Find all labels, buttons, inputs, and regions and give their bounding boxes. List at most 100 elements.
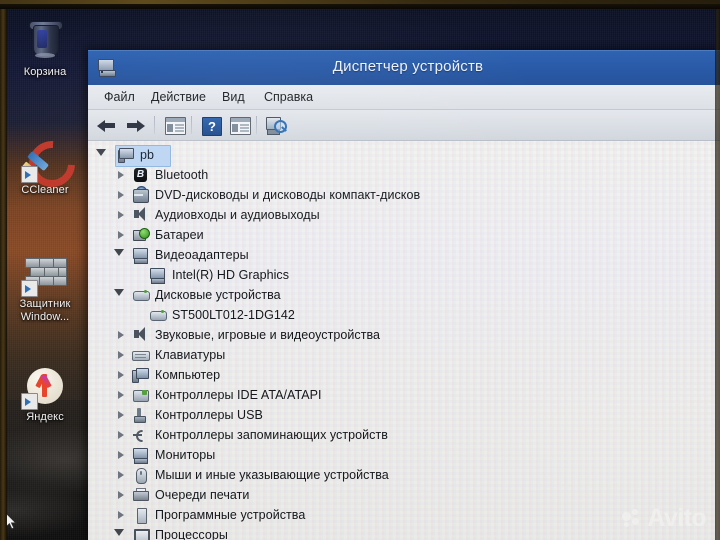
help-button[interactable]: ? — [199, 114, 223, 136]
tree-node-sound-video-game-controllers[interactable]: Звуковые, игровые и видеоустройства — [88, 325, 720, 345]
yandex-icon — [21, 365, 68, 410]
tree-node-label: Программные устройства — [155, 508, 306, 522]
tree-node-intel-hd-graphics[interactable]: Intel(R) HD Graphics — [88, 265, 720, 285]
ide-controller-icon — [132, 387, 149, 403]
display-adapter-icon — [132, 247, 149, 264]
tree-node-label: Мыши и иные указывающие устройства — [155, 468, 389, 482]
defender-label-line1: Защитник — [19, 298, 71, 310]
tree-node-batteries[interactable]: Батареи — [88, 225, 720, 245]
show-hide-console-tree-button[interactable] — [162, 114, 186, 136]
properties-button[interactable] — [227, 114, 251, 136]
desktop-icon-recycle-bin[interactable]: Корзина — [2, 20, 88, 79]
tree-node-label: Батареи — [155, 228, 204, 242]
menu-item-view[interactable]: Вид — [218, 89, 249, 105]
tree-node-label: Аудиовходы и аудиовыходы — [155, 208, 320, 222]
speaker-icon — [132, 207, 149, 223]
tree-node-usb-controllers[interactable]: Контроллеры USB — [88, 405, 720, 425]
tree-node-label: Контроллеры запоминающих устройств — [155, 428, 388, 442]
tree-node-ide-ata-atapi-controllers[interactable]: Контроллеры IDE ATA/ATAPI — [88, 385, 720, 405]
tree-node-st500lt012[interactable]: ST500LT012-1DG142 — [88, 305, 720, 325]
bluetooth-icon — [132, 167, 149, 183]
keyboard-icon — [132, 347, 150, 363]
software-device-icon — [132, 507, 149, 524]
monitor-icon — [132, 447, 149, 464]
shortcut-overlay-icon — [21, 166, 38, 183]
window-titlebar[interactable]: Диспетчер устройств — [88, 50, 720, 85]
tree-node-label: Звуковые, игровые и видеоустройства — [155, 328, 381, 342]
avito-wordmark: Avito — [647, 504, 706, 532]
tree-node-audio-inputs-outputs[interactable]: Аудиовходы и аудиовыходы — [88, 205, 720, 225]
computer-icon — [132, 367, 149, 383]
avito-dots-logo — [622, 508, 644, 529]
toolbar-separator — [154, 116, 155, 134]
tree-node-label: Дисковые устройства — [155, 288, 281, 302]
desktop-icon-label: Защитник Window... — [2, 298, 88, 323]
recycle-bin-icon — [22, 20, 68, 64]
disk-drive-icon — [132, 287, 150, 303]
tree-root-node[interactable]: pb — [88, 145, 720, 167]
tree-node-label: Мониторы — [155, 448, 216, 462]
forward-button[interactable] — [124, 114, 148, 136]
defender-label-line2: Window... — [20, 310, 70, 323]
laptop-bezel-left — [0, 0, 7, 540]
tree-node-dvd-drives[interactable]: DVD-дисководы и дисководы компакт-дисков — [88, 185, 720, 205]
device-tree-panel: pb Bluetooth DVD-дисководы и дисководы к… — [88, 141, 720, 540]
desktop-icon-yandex[interactable]: Яндекс — [2, 365, 88, 424]
battery-icon — [132, 227, 150, 243]
toolbar: ? — [88, 110, 720, 141]
tree-node-label: Видеоадаптеры — [155, 248, 249, 262]
desktop-icon-ccleaner[interactable]: CCleaner — [2, 131, 88, 197]
tree-node-label: Intel(R) HD Graphics — [172, 268, 289, 282]
tree-node-label: Bluetooth — [155, 168, 209, 182]
window-title: Диспетчер устройств — [332, 58, 484, 75]
display-adapter-icon — [149, 267, 166, 284]
question-mark-icon: ? — [202, 117, 222, 136]
processor-icon — [132, 527, 150, 540]
mouse-cursor — [6, 513, 18, 531]
tree-node-keyboards[interactable]: Клавиатуры — [88, 345, 720, 365]
tree-node-print-queues[interactable]: Очереди печати — [88, 485, 720, 505]
tree-node-monitors[interactable]: Мониторы — [88, 445, 720, 465]
tree-node-label: Очереди печати — [155, 488, 250, 502]
menu-bar: Файл Действие Вид Справка — [88, 85, 720, 110]
usb-icon — [132, 407, 149, 423]
laptop-bezel-trim — [0, 0, 720, 4]
tree-node-label: Компьютер — [155, 368, 221, 382]
shortcut-overlay-icon — [21, 393, 38, 410]
shortcut-overlay-icon — [21, 280, 38, 297]
tree-node-storage-controllers[interactable]: Контроллеры запоминающих устройств — [88, 425, 720, 445]
tree-node-mice-pointing-devices[interactable]: Мыши и иные указывающие устройства — [88, 465, 720, 485]
tree-node-label: pb — [140, 148, 155, 162]
laptop-screen-photo: Корзина CCleaner Защитник Window... Янде… — [0, 0, 720, 540]
tree-node-label: Клавиатуры — [155, 348, 226, 362]
tree-node-label: Процессоры — [155, 528, 228, 540]
tree-node-disk-drives[interactable]: Дисковые устройства — [88, 285, 720, 305]
toolbar-separator — [191, 116, 192, 134]
windows-defender-icon — [21, 252, 68, 297]
storage-controller-icon — [132, 427, 149, 443]
printer-icon — [132, 487, 149, 503]
mouse-icon — [132, 467, 149, 484]
menu-item-file[interactable]: Файл — [100, 89, 139, 105]
tree-node-bluetooth[interactable]: Bluetooth — [88, 165, 720, 185]
toolbar-separator — [256, 116, 257, 134]
desktop-icon-label: Корзина — [23, 66, 67, 78]
computer-icon — [118, 147, 135, 163]
disk-drive-icon — [149, 307, 167, 323]
menu-item-help[interactable]: Справка — [260, 89, 317, 105]
ccleaner-icon — [19, 131, 85, 197]
speaker-icon — [132, 327, 149, 343]
tree-node-computer[interactable]: Компьютер — [88, 365, 720, 385]
tree-node-label: ST500LT012-1DG142 — [172, 308, 295, 322]
desktop-icon-windows-defender[interactable]: Защитник Window... — [2, 252, 88, 323]
dvd-drive-icon — [132, 186, 149, 203]
avito-watermark: Avito — [622, 504, 707, 532]
scan-for-hardware-changes-button[interactable] — [264, 114, 288, 136]
tree-node-display-adapters[interactable]: Видеоадаптеры — [88, 245, 720, 265]
menu-item-action[interactable]: Действие — [147, 89, 210, 105]
desktop-icon-label: Яндекс — [26, 411, 64, 423]
back-button[interactable] — [96, 114, 120, 136]
device-manager-window: Диспетчер устройств Файл Действие Вид Сп… — [88, 50, 720, 540]
tree-node-label: DVD-дисководы и дисководы компакт-дисков — [155, 188, 421, 202]
laptop-bezel-right — [715, 0, 720, 540]
